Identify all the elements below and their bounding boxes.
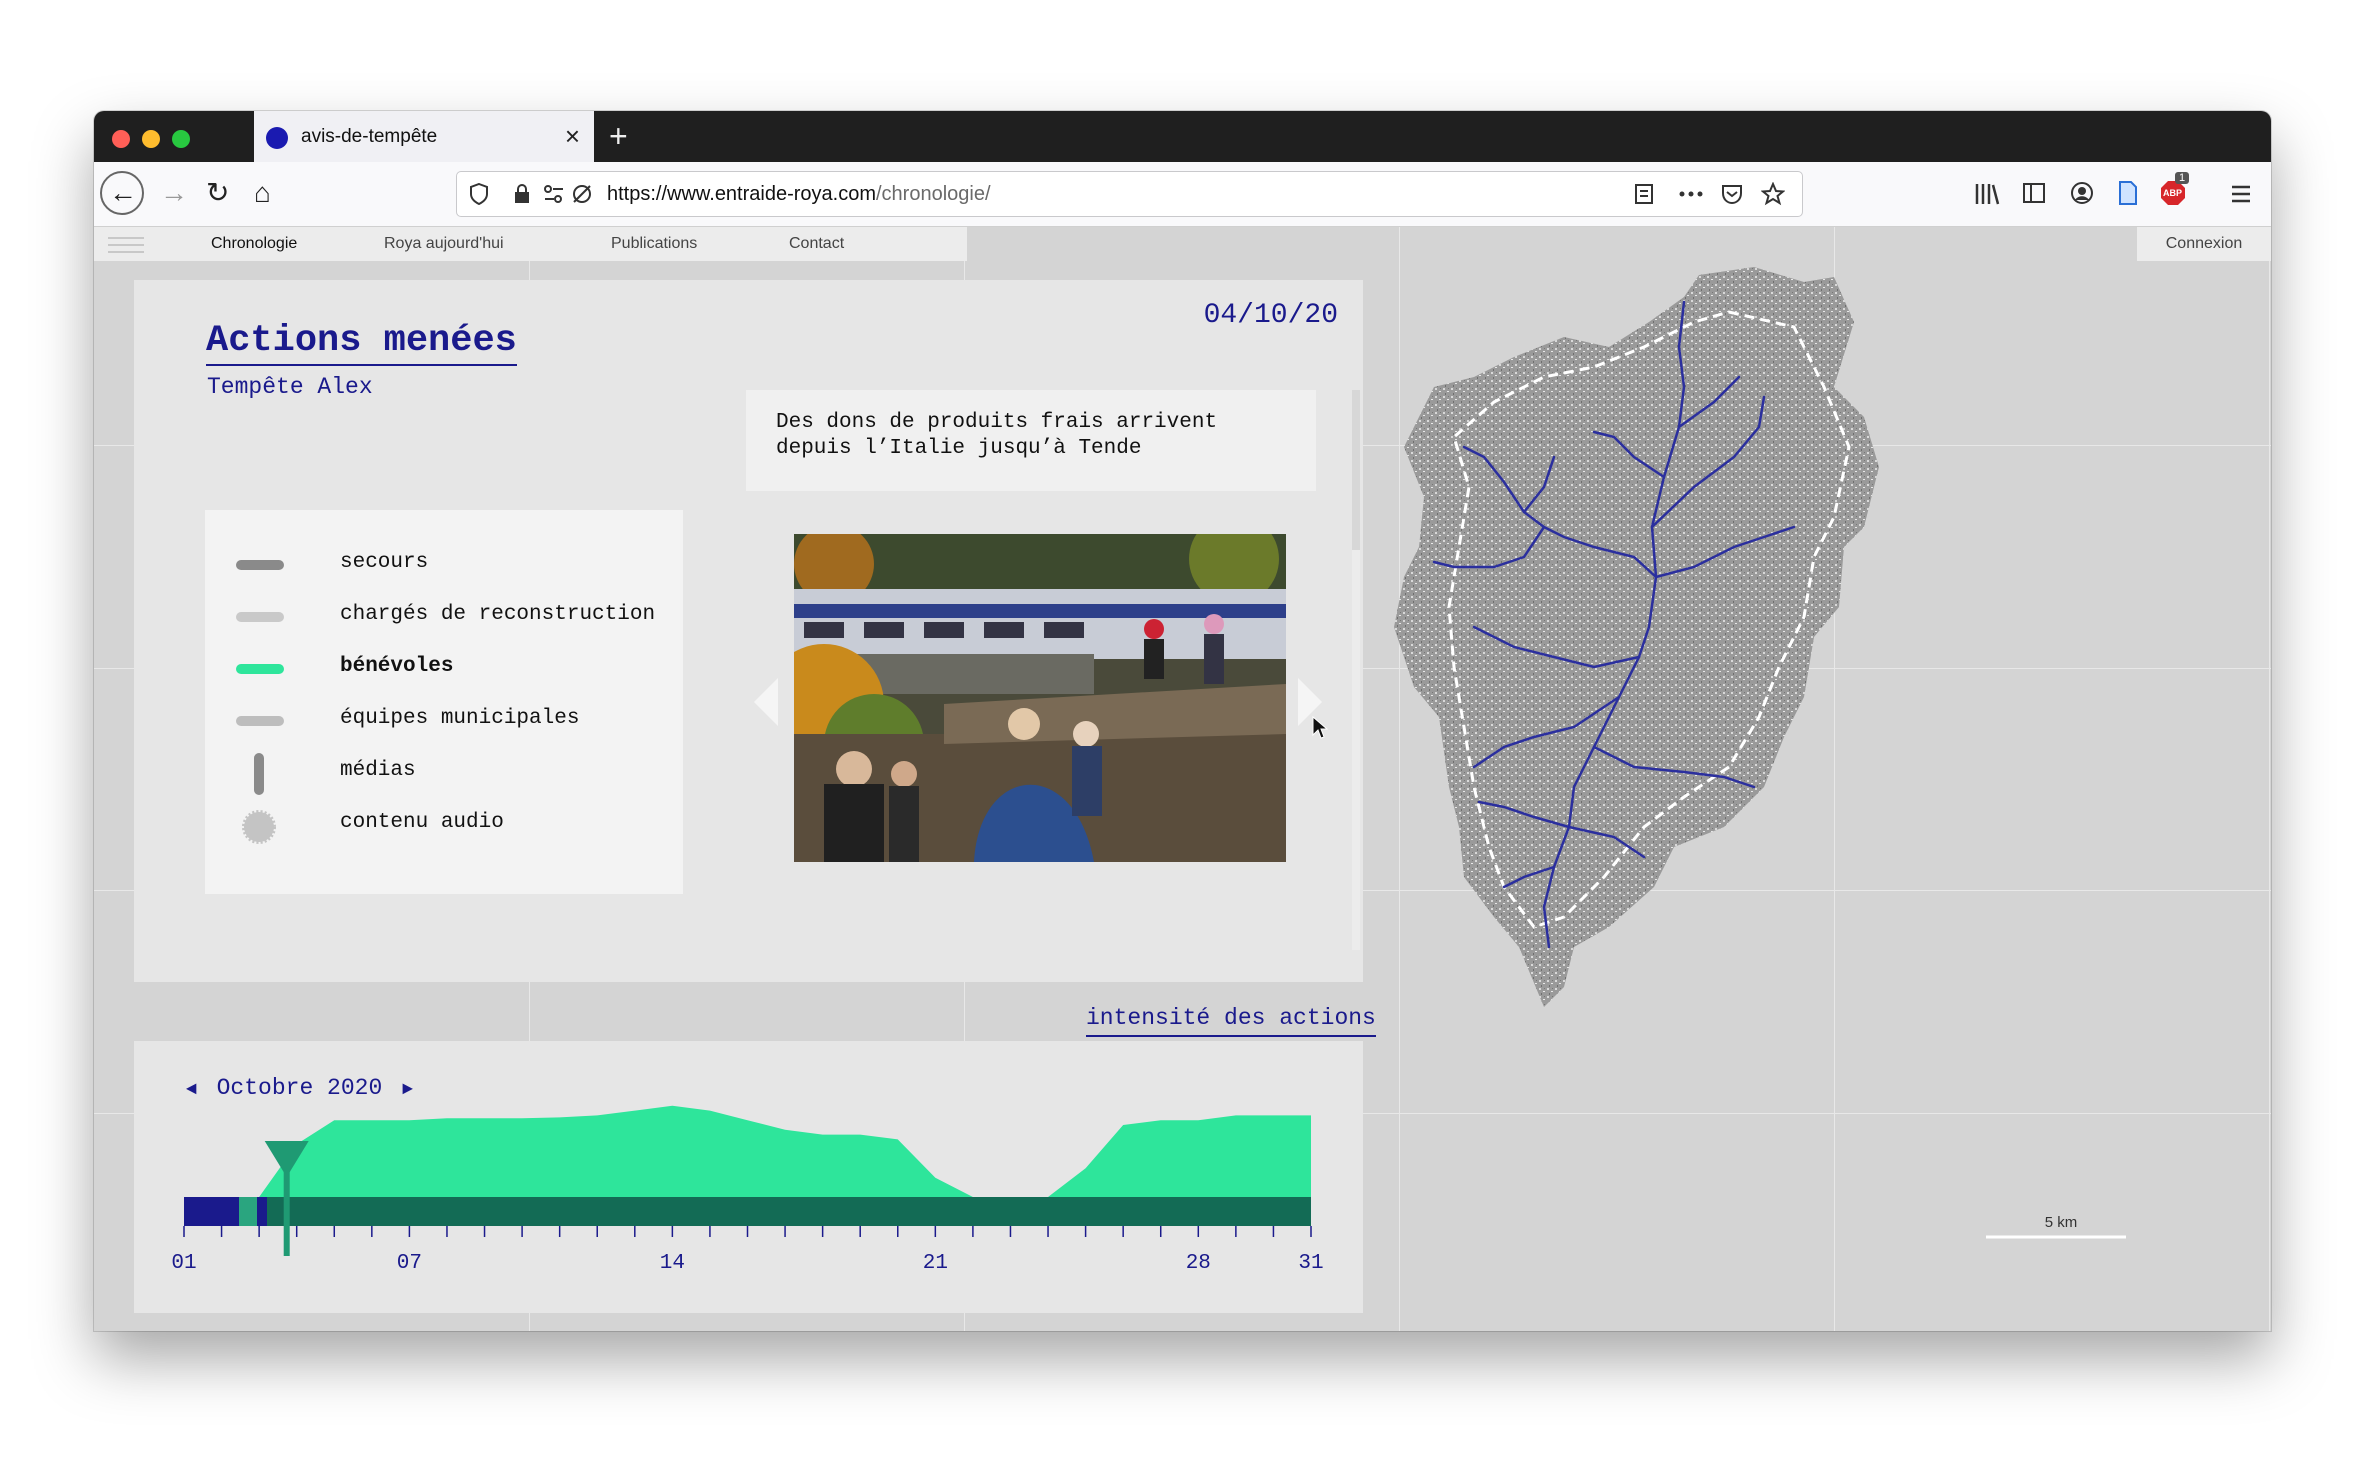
event-caption: Des dons de produits frais arrivent depu…: [776, 411, 1218, 460]
intensity-area: [184, 1105, 1311, 1197]
adblock-icon[interactable]: ABP 1: [2160, 172, 2190, 206]
tick-label: 14: [660, 1252, 685, 1275]
library-icon[interactable]: [1974, 182, 2000, 206]
caption-scrollbar[interactable]: [1352, 390, 1360, 950]
reader-icon[interactable]: [1634, 183, 1654, 205]
account-icon[interactable]: [2070, 181, 2094, 205]
tab-favicon-icon: [266, 127, 288, 149]
adblock-badge: 1: [2175, 172, 2190, 184]
actions-panel: Actions menées Tempête Alex 04/10/20 sec…: [134, 280, 1363, 982]
tick-label: 01: [171, 1252, 196, 1275]
pocket-icon[interactable]: [1721, 183, 1743, 205]
sidebar-icon[interactable]: [2022, 182, 2046, 204]
star-icon[interactable]: [1761, 182, 1785, 206]
url-host: https://www.entraide-roya.com: [607, 183, 876, 205]
reconstruction-swatch-icon: [236, 612, 284, 622]
scale-bar: 5 km: [1986, 1214, 2126, 1239]
nav-chronologie[interactable]: Chronologie: [211, 235, 297, 253]
page-subtitle: Tempête Alex: [207, 374, 373, 400]
scrollbar-thumb[interactable]: [1352, 390, 1360, 550]
lock-icon[interactable]: [513, 183, 531, 205]
browser-toolbar: ← → ↻ ⌂ https://www.entraide-roya.com/ch…: [94, 162, 2271, 227]
browser-window: avis-de-tempête × + ← → ↻ ⌂ https://www.…: [94, 111, 2271, 1331]
timeline-past-highlight: [239, 1197, 257, 1226]
shield-icon[interactable]: [469, 183, 489, 205]
document-icon[interactable]: [2118, 180, 2138, 206]
tick-label: 31: [1298, 1252, 1323, 1275]
permissions-icon[interactable]: [543, 184, 565, 204]
current-date: 04/10/20: [1203, 300, 1338, 331]
site-nav: Chronologie Roya aujourd'hui Publication…: [94, 227, 967, 261]
medias-swatch-icon: [254, 753, 264, 795]
new-tab-button[interactable]: +: [609, 119, 628, 153]
close-tab-icon[interactable]: ×: [565, 121, 580, 151]
nav-roya-aujourdhui[interactable]: Roya aujourd'hui: [384, 235, 504, 253]
audio-burst-icon: [242, 810, 276, 844]
close-window-button[interactable]: [112, 130, 130, 148]
legend-label: chargés de reconstruction: [340, 603, 656, 626]
tracking-icon[interactable]: [571, 183, 593, 205]
tab-title: avis-de-tempête: [301, 126, 438, 147]
legend-box: secours chargés de reconstruction bénévo…: [205, 510, 683, 894]
back-arrow-icon: ←: [109, 177, 137, 208]
nav-publications[interactable]: Publications: [611, 235, 697, 253]
benevoles-swatch-icon: [236, 664, 284, 674]
valley-terrain: [1394, 267, 1879, 1007]
legend-label: contenu audio: [340, 811, 504, 834]
photo-illustration: [794, 534, 1286, 862]
home-button[interactable]: ⌂: [254, 176, 271, 210]
reload-button[interactable]: ↻: [206, 176, 229, 210]
adblock-label: ABP: [2163, 188, 2183, 198]
intensity-link[interactable]: intensité des actions: [1086, 1005, 1376, 1037]
tick-labels: 01 07 14 21 28 31: [171, 1252, 1323, 1275]
legend-label: bénévoles: [340, 655, 454, 678]
event-photo: [794, 534, 1286, 862]
url-text: https://www.entraide-roya.com/chronologi…: [607, 183, 991, 206]
tick-label: 21: [923, 1252, 948, 1275]
timeline-track: [184, 1197, 1311, 1226]
minimize-window-button[interactable]: [142, 130, 160, 148]
secours-swatch-icon: [236, 560, 284, 570]
tick-marks: [183, 1226, 1312, 1237]
legend-label: médias: [340, 759, 416, 782]
timeline-past-block: [257, 1197, 267, 1226]
forward-button[interactable]: →: [160, 176, 188, 210]
menu-icon[interactable]: [2230, 184, 2252, 204]
page-title: Actions menées: [206, 320, 517, 366]
mouse-cursor-icon: [1312, 716, 1328, 739]
previous-photo-button[interactable]: [754, 678, 778, 726]
url-bar[interactable]: https://www.entraide-roya.com/chronologi…: [456, 171, 1803, 217]
tick-label: 07: [397, 1252, 422, 1275]
intensity-chart[interactable]: 01 07 14 21 28 31: [134, 1041, 1363, 1313]
legend-label: secours: [340, 551, 429, 574]
scale-label: 5 km: [2045, 1214, 2078, 1231]
back-button[interactable]: ←: [100, 171, 144, 215]
page-content: Chronologie Roya aujourd'hui Publication…: [94, 227, 2271, 1331]
tick-label: 28: [1186, 1252, 1211, 1275]
hamburger-menu-icon[interactable]: [108, 235, 144, 255]
url-path: /chronologie/: [876, 183, 991, 205]
tab-active[interactable]: avis-de-tempête ×: [254, 111, 594, 162]
nav-contact[interactable]: Contact: [789, 235, 844, 253]
legend-label: équipes municipales: [340, 707, 580, 730]
more-icon[interactable]: [1679, 190, 1703, 198]
equipes-swatch-icon: [236, 716, 284, 726]
timeline-past-block: [184, 1197, 239, 1226]
timeline-panel: ◄ Octobre 2020 ► 01 07 14 21 28 31: [134, 1041, 1363, 1313]
roya-valley-map[interactable]: 5 km: [1394, 227, 2271, 1331]
event-caption-box: Des dons de produits frais arrivent depu…: [746, 390, 1316, 491]
title-bar: avis-de-tempête × +: [94, 111, 2271, 162]
maximize-window-button[interactable]: [172, 130, 190, 148]
